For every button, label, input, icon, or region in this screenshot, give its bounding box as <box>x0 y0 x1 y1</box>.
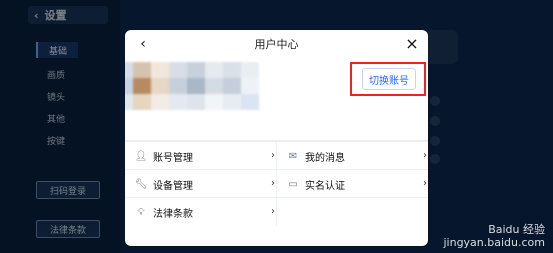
menu-item-label: 法律条款 <box>153 208 193 220</box>
close-icon[interactable]: × <box>404 34 420 53</box>
switch-account-button[interactable]: 切换账号 <box>362 68 416 90</box>
user-center-modal: ‹ 用户中心 × 切换账号 👤︎ 账号管理 › ✉︎ 我的消息 › 🔧︎ 设备管… <box>125 30 428 246</box>
menu-item-label: 账号管理 <box>153 152 193 164</box>
empty-menu-cell <box>276 198 428 226</box>
chevron-right-icon: › <box>423 178 427 189</box>
menu-item-label: 设备管理 <box>153 180 193 192</box>
account-management-item[interactable]: 👤︎ 账号管理 › <box>125 142 285 170</box>
menu-item-label: 我的消息 <box>305 152 345 164</box>
back-icon[interactable]: ‹ <box>135 36 151 52</box>
real-name-verification-item[interactable]: ▭ 实名认证 › <box>276 170 428 198</box>
menu-row: 👤︎ 账号管理 › ✉︎ 我的消息 › <box>125 141 428 170</box>
modal-title: 用户中心 <box>254 38 299 51</box>
chevron-right-icon: › <box>271 178 275 189</box>
baidu-jingyan-watermark: Baidu 经验 jingyan.baidu.com <box>443 223 545 249</box>
menu-item-label: 实名认证 <box>305 180 345 192</box>
modal-header: ‹ 用户中心 × <box>125 30 428 58</box>
menu-row: 🔧︎ 设备管理 › ▭ 实名认证 › <box>125 169 428 198</box>
id-card-icon: ▭ <box>288 178 298 190</box>
wrench-icon: 🔧︎ <box>134 178 148 190</box>
bulb-icon: 💡︎ <box>137 206 145 218</box>
chevron-right-icon: › <box>271 150 275 161</box>
chevron-right-icon: › <box>271 206 275 217</box>
message-icon: ✉︎ <box>288 150 298 162</box>
profile-avatar-blurred <box>125 62 265 112</box>
device-management-item[interactable]: 🔧︎ 设备管理 › <box>125 170 285 198</box>
legal-terms-item[interactable]: 💡︎ 法律条款 › <box>125 198 285 226</box>
chevron-right-icon: › <box>423 150 427 161</box>
my-messages-item[interactable]: ✉︎ 我的消息 › <box>276 142 428 170</box>
menu-row: 💡︎ 法律条款 › <box>125 197 428 226</box>
watermark-line-1: Baidu 经验 <box>488 223 545 236</box>
user-menu: 👤︎ 账号管理 › ✉︎ 我的消息 › 🔧︎ 设备管理 › ▭ 实名认证 › 💡… <box>125 141 428 246</box>
user-icon: 👤︎ <box>134 150 148 162</box>
watermark-line-2: jingyan.baidu.com <box>443 236 545 249</box>
profile-section: 切换账号 <box>125 58 428 140</box>
